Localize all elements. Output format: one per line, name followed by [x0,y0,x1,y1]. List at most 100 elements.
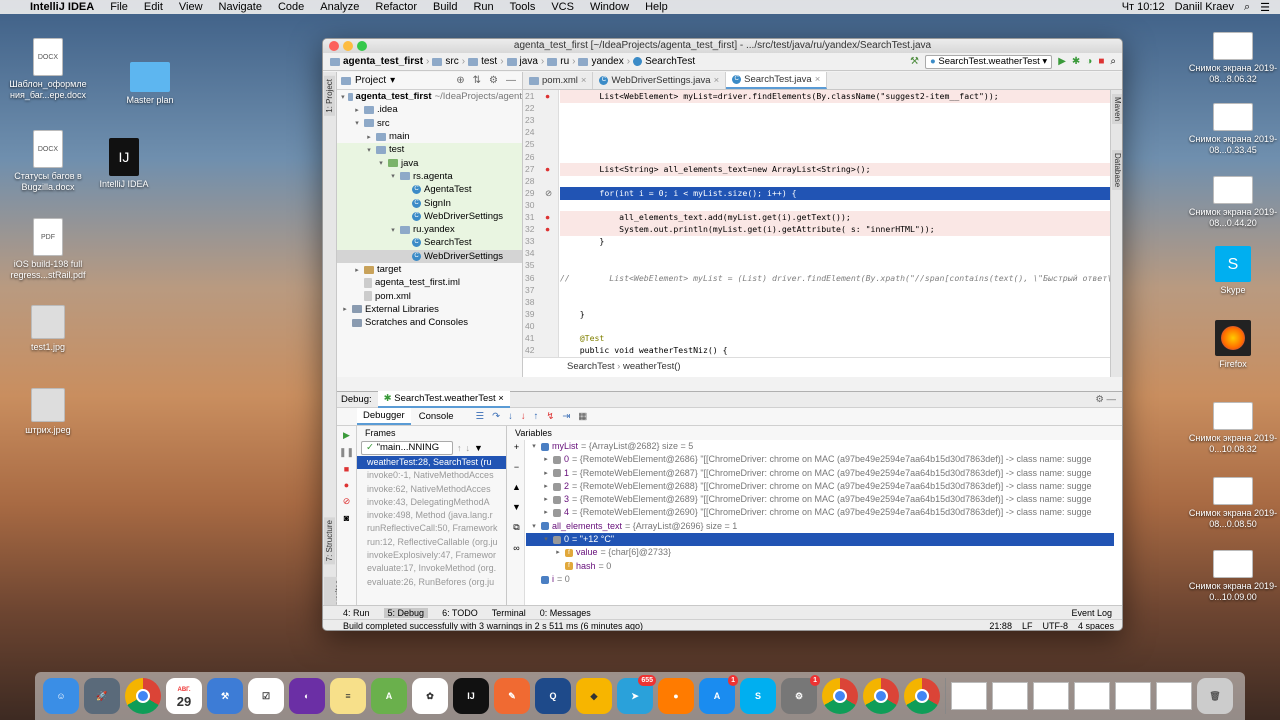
remove-watch-icon[interactable]: − [514,462,519,472]
clock[interactable]: Чт 10:12 [1122,1,1165,13]
tree-item[interactable]: ▾ agenta_test_first ~/IdeaProjects/agent [337,90,522,103]
dock-calendar-icon[interactable]: АВГ. 29 [166,678,202,714]
dock-appstore-icon[interactable]: A1 [699,675,738,714]
variable-row[interactable]: i = 0 [526,573,1114,586]
desktop-icon[interactable]: Снимок экрана 2019-08...0.33.45 [1185,103,1280,156]
dock-xcode-icon[interactable]: ⚒ [207,678,243,714]
dock-firefox-icon[interactable]: ● [658,678,694,714]
breakpoint-icon[interactable]: ● [545,90,550,103]
editor-tab[interactable]: pom.xml × [523,72,594,89]
editor-tab[interactable]: C WebDriverSettings.java × [593,72,727,89]
tree-item[interactable]: pom.xml [337,289,522,302]
variable-row[interactable]: ▾ myList = {ArrayList@2682} size = 5 [526,440,1114,453]
locate-icon[interactable]: ⊕ [456,75,464,86]
search-icon[interactable]: ⌕ [1244,1,1250,14]
menu-item-code[interactable]: Code [270,1,312,13]
database-tool-tab[interactable]: Database [1112,150,1122,191]
menu-item-file[interactable]: File [102,1,136,13]
step-into-icon[interactable]: ↓ [508,411,513,422]
file-encoding[interactable]: UTF-8 [1042,621,1068,630]
tree-item[interactable]: ▾ java [337,156,522,170]
status-message[interactable]: Build completed successfully with 3 warn… [343,621,643,630]
desktop-icon[interactable]: test1.jpg [0,305,96,353]
menu-item-edit[interactable]: Edit [136,1,171,13]
tree-item[interactable]: ▾ test [337,143,522,157]
show-execution-point-icon[interactable]: ☰ [476,411,485,422]
menu-item-run[interactable]: Run [465,1,501,13]
stack-frame[interactable]: invoke:498, Method (java.lang.r [357,509,506,522]
breakpoint-icon[interactable]: ● [545,163,550,176]
menu-icon[interactable]: ☰ [1260,1,1270,14]
gear-icon[interactable]: ⚙ — [1095,394,1122,405]
dock-launchpad-icon[interactable]: 🚀 [84,678,120,714]
event-log-button[interactable]: Event Log [1071,608,1122,618]
dock-chrome-icon[interactable] [822,678,858,714]
desktop-icon[interactable]: PDF iOS build-198 full regress...stRail.p… [0,218,96,281]
tree-item[interactable]: ▸ .idea [337,103,522,116]
menu-item-analyze[interactable]: Analyze [312,1,367,13]
breadcrumb-item[interactable]: ru [544,56,572,67]
minimize-window-button[interactable] [343,41,353,51]
project-view-selector[interactable]: Project [355,75,386,86]
resume-icon[interactable]: ▶ [343,430,350,441]
desktop-icon[interactable]: штрих.jpeg [0,388,96,436]
thread-selector[interactable]: ✓ "main...NNING [361,441,453,455]
tool-button-debug[interactable]: 5: Debug [383,607,429,618]
chevron-down-icon[interactable]: ▾ [530,520,538,533]
chevron-right-icon[interactable]: ▸ [542,506,550,519]
chevron-down-icon[interactable]: ▾ [389,226,397,234]
chevron-down-icon[interactable]: ▾ [341,93,345,101]
desktop-icon[interactable]: Снимок экрана 2019-08...0.44.20 [1185,176,1280,229]
structure-tool-tab[interactable]: 7: Structure [324,517,335,565]
chevron-right-icon[interactable]: ▸ [365,133,373,141]
coverage-icon[interactable]: ◑ [1086,56,1092,67]
tree-item[interactable]: C AgentaTest [337,183,522,197]
indent-setting[interactable]: 4 spaces [1078,621,1114,630]
dock-notes-icon[interactable]: ≡ [330,678,366,714]
run-icon[interactable]: ▶ [1058,56,1066,67]
chevron-down-icon[interactable]: ▾ [365,146,373,154]
dock-skype-icon[interactable]: S [740,678,776,714]
dock-document-thumbnail[interactable] [951,682,987,710]
stack-frame[interactable]: runReflectiveCall:50, Framework [357,522,506,535]
user-name[interactable]: Daniil Kraev [1175,1,1234,13]
tree-item[interactable]: ▾ rs.agenta [337,169,522,184]
breakpoint-icon[interactable]: ⊘ [545,187,552,200]
stop-icon[interactable]: ■ [1098,56,1104,67]
step-out-icon[interactable]: ↑ [534,411,539,422]
breadcrumb-item[interactable]: test [465,56,500,67]
menu-item-window[interactable]: Window [582,1,637,13]
variable-row[interactable]: ▸ f value = {char[6]@2733} [526,546,1114,559]
run-config-selector[interactable]: ● SearchTest.weatherTest ▾ [925,54,1053,69]
dock-photos-icon[interactable]: ✿ [412,678,448,714]
mute-breakpoints-icon[interactable]: ⊘ [343,496,351,507]
dock-document-thumbnail[interactable] [992,682,1028,710]
menu-item-build[interactable]: Build [425,1,465,13]
chevron-down-icon[interactable]: ▾ [530,440,538,453]
close-window-button[interactable] [329,41,339,51]
move-down-icon[interactable]: ▼ [512,502,521,512]
tree-item[interactable]: Scratches and Consoles [337,316,522,329]
breakpoint-icon[interactable]: ● [545,223,550,236]
menu-app-name[interactable]: IntelliJ IDEA [22,1,102,13]
dock-intellij-icon[interactable]: IJ [453,678,489,714]
stack-frame[interactable]: weatherTest:28, SearchTest (ru [357,456,506,470]
force-step-into-icon[interactable]: ↓ [521,411,526,422]
chevron-down-icon[interactable]: ▾ [353,119,361,127]
step-over-icon[interactable]: ↷ [492,411,500,422]
dock-document-thumbnail[interactable] [1033,682,1069,710]
chevron-right-icon[interactable]: ▸ [542,467,550,480]
dock-quicktime-icon[interactable]: Q [535,678,571,714]
debug-session-tab[interactable]: ✱ SearchTest.weatherTest × [377,391,510,408]
gear-icon[interactable]: ⚙ [489,75,498,86]
breadcrumb-item[interactable]: SearchTest [630,56,698,67]
dock-system-preferences-icon[interactable]: ⚙ 1 [781,675,820,714]
chevron-right-icon[interactable]: ▸ [542,453,550,466]
editor-tab[interactable]: C SearchTest.java × [726,72,828,89]
code-area[interactable]: List<WebElement> myList=driver.findEleme… [560,90,1110,357]
tree-item[interactable]: ▸ target [337,263,522,276]
tool-button-run[interactable]: 4: Run [343,608,370,618]
close-tab-icon[interactable]: × [815,74,821,85]
dock-telegram-icon[interactable]: ➤ 655 [617,675,656,714]
caret-position[interactable]: 21:88 [989,621,1012,630]
